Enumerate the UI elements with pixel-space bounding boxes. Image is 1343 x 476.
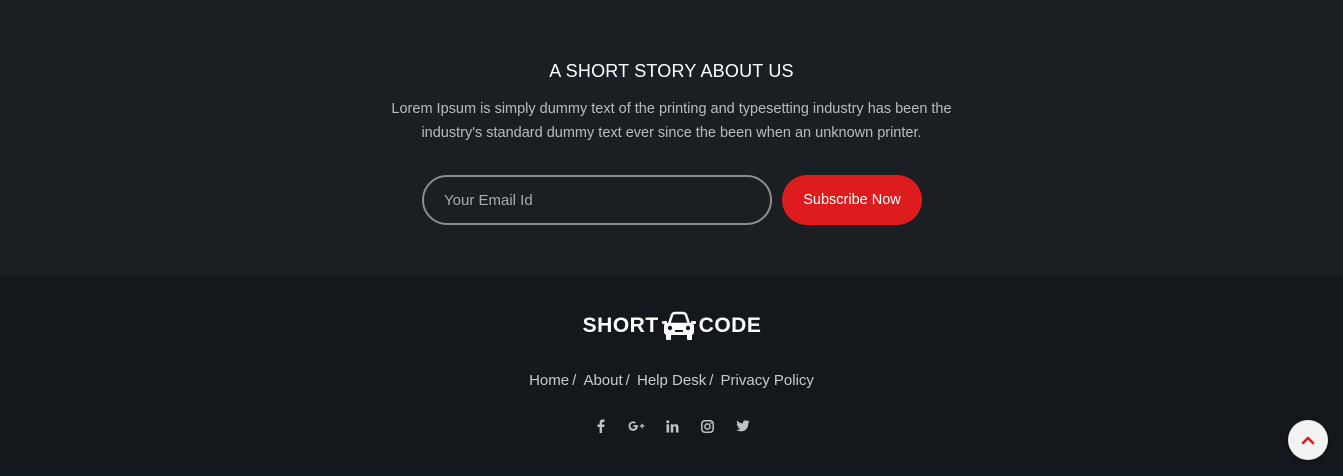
logo[interactable]: SHORT CODE [576,309,768,343]
bottom-strip [0,472,1343,476]
about-heading: A SHORT STORY ABOUT US [549,61,794,81]
about-text: Lorem Ipsum is simply dummy text of the … [391,101,952,141]
nav-separator: / [572,372,577,389]
google-plus-icon[interactable] [628,417,646,435]
footer: SHORT CODE Home / About / Help Desk / Priva… [0,275,1343,476]
about-section: A SHORT STORY ABOUT US Lorem Ipsum is si… [0,0,1343,275]
social-links [592,417,752,435]
nav-separator: / [709,372,714,389]
linkedin-icon[interactable] [663,417,681,435]
subscribe-button[interactable]: Subscribe Now [782,175,922,225]
chevron-up-icon [1301,436,1315,445]
nav-link-home[interactable]: Home [529,372,569,389]
subscribe-form: Subscribe Now [422,175,922,225]
logo-text-right: CODE [698,314,762,337]
email-input[interactable] [422,175,772,225]
scroll-to-top-button[interactable] [1288,420,1328,460]
nav-link-privacy-policy[interactable]: Privacy Policy [721,372,814,389]
facebook-icon[interactable] [592,417,610,435]
nav-separator: / [625,372,630,389]
nav-link-help-desk[interactable]: Help Desk [637,372,706,389]
nav-link-about[interactable]: About [583,372,622,389]
footer-nav: Home / About / Help Desk / Privacy Policy [0,372,1343,389]
instagram-icon[interactable] [699,417,717,435]
car-icon [661,311,696,340]
logo-text-left: SHORT [582,314,659,337]
twitter-icon[interactable] [734,417,752,435]
